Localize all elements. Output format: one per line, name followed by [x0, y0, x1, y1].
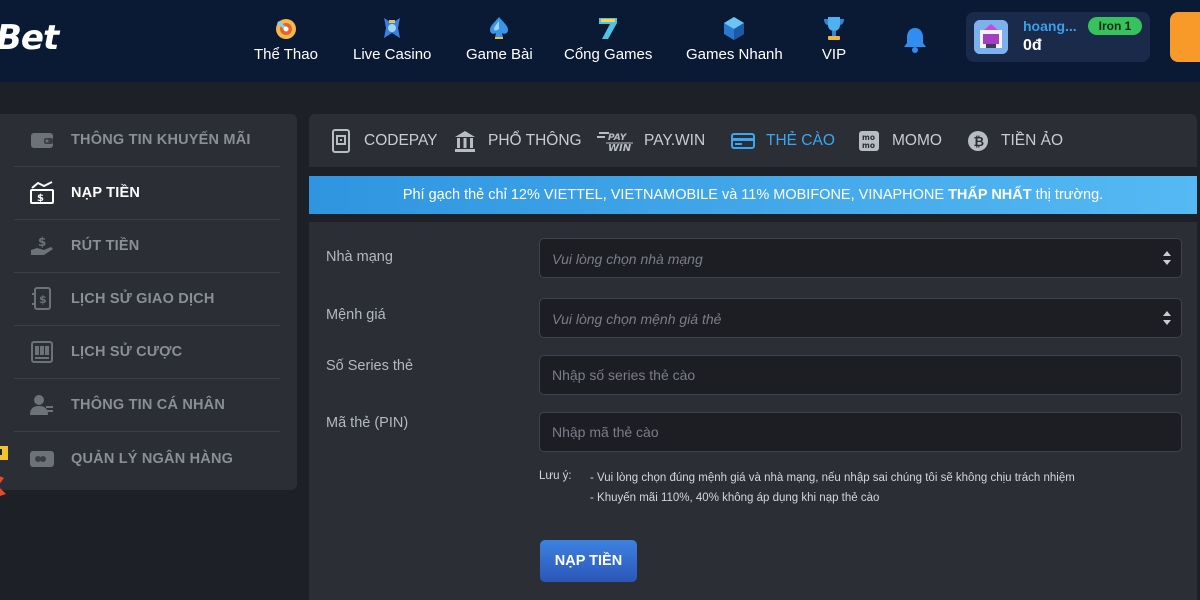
fee-info-banner: Phí gạch thẻ chỉ 12% VIETTEL, VIETNAMOBI… [309, 176, 1197, 214]
lucky-seven-icon [594, 14, 622, 42]
paywin-logo-icon: PAY WIN [597, 127, 635, 155]
floating-promo-icon[interactable] [0, 438, 18, 502]
banner-highlight: THẤP NHẤT [948, 187, 1032, 203]
carrier-select[interactable]: Vui lòng chọn nhà mạng [539, 238, 1182, 278]
svg-text:WIN: WIN [608, 143, 632, 153]
scratch-card-icon [729, 127, 757, 155]
sidebar-item-rut-tien[interactable]: $ RÚT TIỀN [14, 220, 280, 273]
svg-text:₿: ₿ [974, 135, 985, 150]
select-arrows-icon [1163, 250, 1171, 266]
wallet-icon [28, 126, 56, 154]
tab-tien-ao[interactable]: ₿ TIỀN ẢO [964, 114, 1063, 167]
spade-card-icon [485, 14, 513, 42]
cube-icon [720, 14, 748, 42]
transaction-history-icon: $ [28, 285, 56, 313]
svg-text:PAY: PAY [608, 133, 628, 143]
tab-pho-thong[interactable]: PHỔ THÔNG [451, 114, 582, 167]
nav-item-game-bai[interactable]: Game Bài [466, 14, 533, 63]
brand-logo[interactable]: Bet [0, 18, 59, 58]
bank-building-icon [451, 127, 479, 155]
pin-input[interactable] [540, 413, 1181, 451]
trophy-icon [820, 14, 848, 42]
pin-label: Mã thẻ (PIN) [326, 415, 409, 431]
scratch-card-deposit-form: Nhà mạng Vui lòng chọn nhà mạng Mệnh giá… [309, 222, 1197, 600]
avatar[interactable] [974, 20, 1008, 54]
user-profile-icon [28, 391, 56, 419]
note-line: - Khuyến mãi 110%, 40% không áp dụng khi… [590, 492, 880, 504]
svg-text:$: $ [38, 235, 46, 249]
note-line: - Vui lòng chọn đúng mệnh giá và nhà mạn… [590, 472, 1075, 484]
top-navigation-bar: Bet Thể Thao Live Casino Game Bài Cổng G… [0, 0, 1200, 82]
tab-the-cao[interactable]: THẺ CÀO [729, 114, 835, 167]
bet-history-icon [28, 338, 56, 366]
denomination-label: Mệnh giá [326, 307, 386, 323]
sidebar-item-thong-tin-ca-nhan[interactable]: THÔNG TIN CÁ NHÂN [14, 379, 280, 432]
soccer-ball-icon [272, 14, 300, 42]
sidebar-item-lich-su-giao-dich[interactable]: $ LỊCH SỬ GIAO DỊCH [14, 273, 280, 326]
nav-item-vip[interactable]: VIP [820, 14, 848, 63]
nav-item-the-thao[interactable]: Thể Thao [254, 14, 318, 63]
sidebar-item-quan-ly-ngan-hang[interactable]: QUẢN LÝ NGÂN HÀNG [14, 432, 280, 485]
note-title: Lưu ý: [539, 470, 572, 482]
nav-item-games-nhanh[interactable]: Games Nhanh [686, 14, 783, 63]
sidebar-item-nap-tien[interactable]: $ NẠP TIỀN [14, 167, 280, 220]
nav-item-cong-games[interactable]: Cổng Games [564, 14, 652, 63]
withdraw-hand-icon: $ [28, 232, 56, 260]
serial-input-wrapper [539, 355, 1182, 395]
svg-text:$: $ [39, 293, 47, 306]
tab-codepay[interactable]: CODEPAY [327, 114, 438, 167]
deposit-shortcut-button[interactable] [1170, 12, 1200, 62]
account-balance: 0đ [1023, 37, 1042, 54]
nav-item-live-casino[interactable]: Live Casino [353, 14, 431, 63]
bell-icon[interactable] [902, 26, 928, 54]
bitcoin-icon: ₿ [964, 127, 992, 155]
sidebar-item-lich-su-cuoc[interactable]: LỊCH SỬ CƯỢC [14, 326, 280, 379]
serial-label: Số Series thẻ [326, 358, 414, 374]
sidebar-item-thong-tin-khuyen-mai[interactable]: THÔNG TIN KHUYẾN MÃI [14, 114, 280, 167]
tab-momo[interactable]: mo mo MOMO [855, 114, 942, 167]
deposit-cash-icon: $ [28, 179, 56, 207]
carrier-label: Nhà mạng [326, 249, 393, 265]
submit-deposit-button[interactable]: NẠP TIỀN [540, 540, 637, 582]
pin-input-wrapper [539, 412, 1182, 452]
username: hoang... [1023, 18, 1077, 34]
svg-text:$: $ [37, 193, 44, 204]
rank-badge: Iron 1 [1088, 17, 1142, 35]
serial-input[interactable] [540, 356, 1181, 394]
momo-logo-icon: mo mo [855, 127, 883, 155]
casino-dealer-icon [378, 14, 406, 42]
payment-method-tabs: CODEPAY PHỔ THÔNG PAY WIN PAY.WIN THẺ CÀO… [309, 114, 1197, 167]
svg-text:mo: mo [862, 141, 875, 150]
qr-code-icon [327, 127, 355, 155]
select-arrows-icon [1163, 310, 1171, 326]
denomination-select[interactable]: Vui lòng chọn mệnh giá thẻ [539, 298, 1182, 338]
account-sidebar: THÔNG TIN KHUYẾN MÃI $ NẠP TIỀN $ RÚT TI… [0, 114, 297, 490]
tab-pay-win[interactable]: PAY WIN PAY.WIN [597, 114, 705, 167]
bank-card-icon [28, 445, 56, 473]
